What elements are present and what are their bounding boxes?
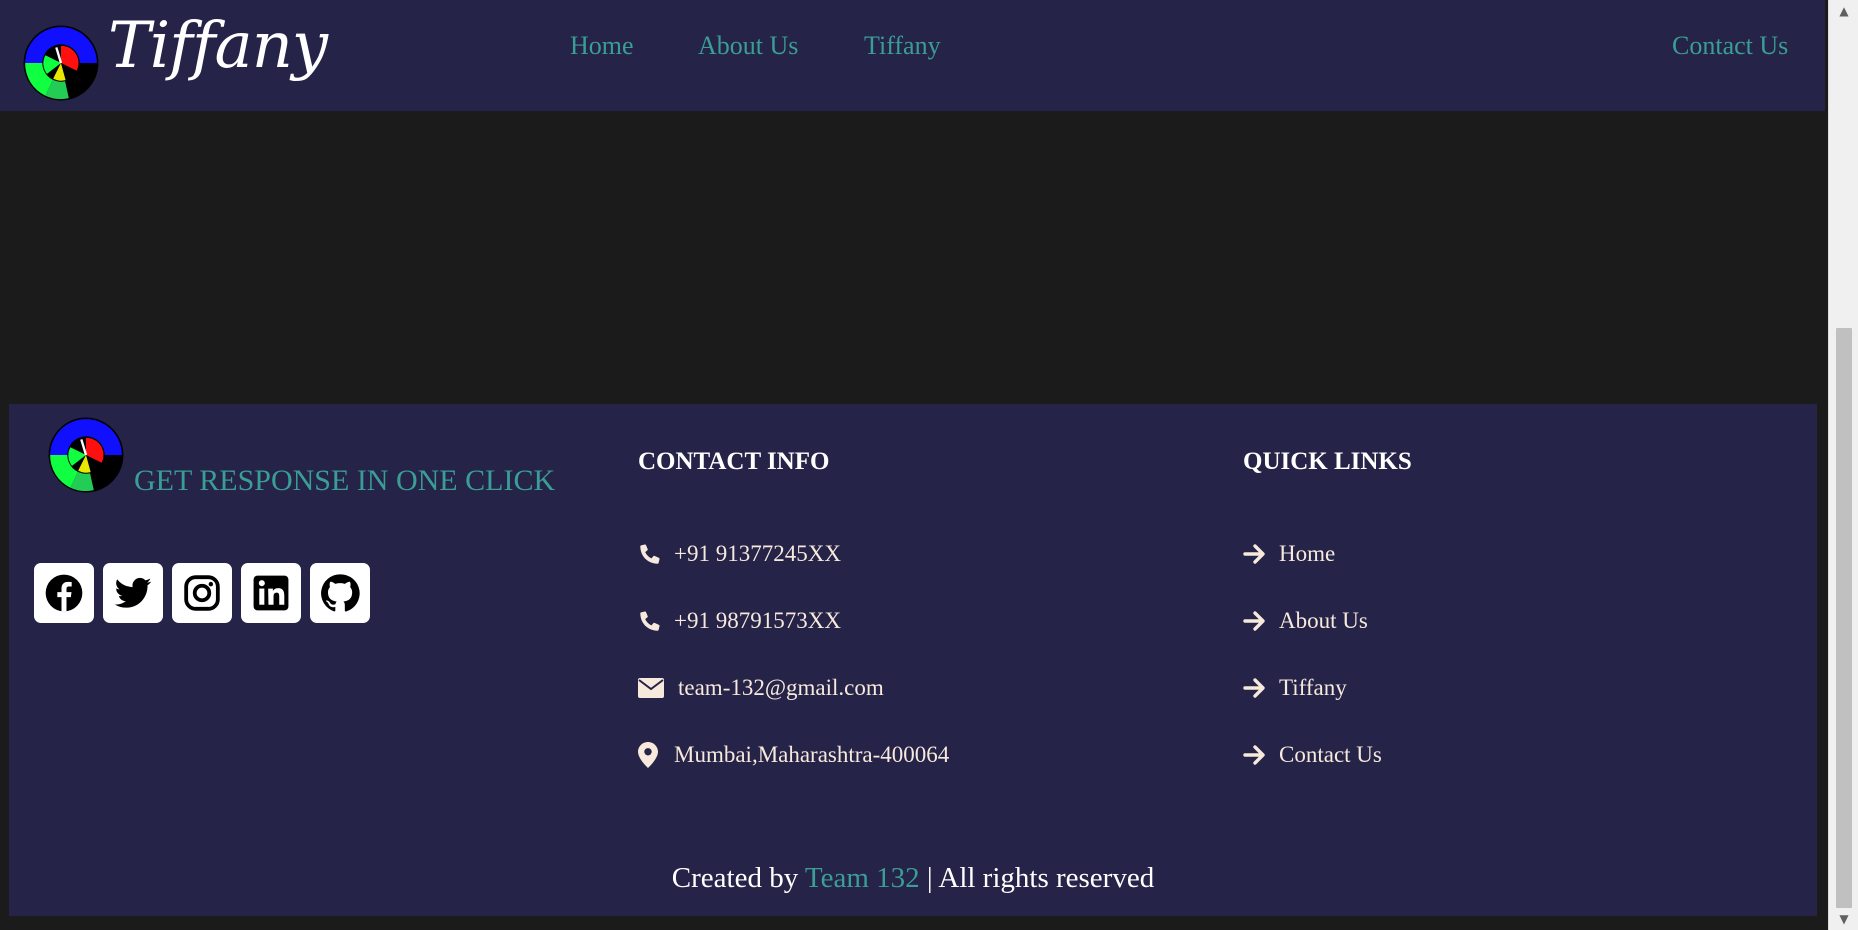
contact-phone-1-text: +91 91377245XX xyxy=(674,541,841,566)
arrow-right-icon xyxy=(1243,543,1273,565)
quick-link-about-text: About Us xyxy=(1279,608,1368,633)
credit-team-link[interactable]: Team 132 xyxy=(805,862,920,894)
credit-suffix: | All rights reserved xyxy=(919,862,1155,894)
nav-about-link[interactable]: About Us xyxy=(698,30,798,62)
contact-phone-2[interactable]: +91 98791573XX xyxy=(638,606,841,636)
quick-link-tiffany[interactable]: Tiffany xyxy=(1243,673,1347,703)
top-navbar: Tiffany Home About Us Tiffany Contact Us xyxy=(0,0,1825,111)
instagram-button[interactable] xyxy=(172,563,232,623)
quick-link-home[interactable]: Home xyxy=(1243,539,1335,569)
contact-address-text: Mumbai,Maharashtra-400064 xyxy=(674,742,950,767)
linkedin-icon xyxy=(253,575,289,611)
page-scrollbar[interactable]: ▲ ▼ xyxy=(1828,0,1858,930)
github-button[interactable] xyxy=(310,563,370,623)
instagram-icon xyxy=(184,575,220,611)
footer-credit: Created by Team 132 | All rights reserve… xyxy=(9,862,1817,895)
facebook-icon xyxy=(45,574,83,612)
arrow-right-icon xyxy=(1243,610,1273,632)
arrow-right-icon xyxy=(1243,677,1273,699)
footer-logo xyxy=(47,416,125,499)
contact-address[interactable]: Mumbai,Maharashtra-400064 xyxy=(638,740,949,770)
phone-icon xyxy=(638,609,668,633)
main-nav: Home About Us Tiffany Contact Us xyxy=(0,30,1825,66)
logo-icon xyxy=(48,417,124,493)
quick-link-contact-text: Contact Us xyxy=(1279,742,1382,767)
scrollbar-thumb[interactable] xyxy=(1836,328,1852,908)
site-footer: GET RESPONSE IN ONE CLICK CONTACT INFO +… xyxy=(9,404,1817,916)
github-icon xyxy=(321,574,360,612)
nav-contact-link[interactable]: Contact Us xyxy=(1672,30,1788,62)
linkedin-button[interactable] xyxy=(241,563,301,623)
nav-home-link[interactable]: Home xyxy=(570,30,634,62)
contact-phone-1[interactable]: +91 91377245XX xyxy=(638,539,841,569)
twitter-icon xyxy=(114,577,152,608)
scroll-down-icon[interactable]: ▼ xyxy=(1829,908,1858,930)
phone-icon xyxy=(638,542,668,566)
twitter-button[interactable] xyxy=(103,563,163,623)
facebook-button[interactable] xyxy=(34,563,94,623)
quick-link-contact[interactable]: Contact Us xyxy=(1243,740,1382,770)
contact-email-text: team-132@gmail.com xyxy=(678,675,884,700)
scroll-up-icon[interactable]: ▲ xyxy=(1829,0,1858,22)
footer-tagline: GET RESPONSE IN ONE CLICK xyxy=(134,464,556,497)
contact-email[interactable]: team-132@gmail.com xyxy=(638,673,884,703)
quick-links-heading: QUICK LINKS xyxy=(1243,448,1412,475)
credit-prefix: Created by xyxy=(671,862,805,894)
page: Tiffany Home About Us Tiffany Contact Us xyxy=(0,0,1828,930)
nav-tiffany-link[interactable]: Tiffany xyxy=(864,30,941,62)
quick-link-tiffany-text: Tiffany xyxy=(1279,675,1347,700)
envelope-icon xyxy=(638,678,672,698)
quick-link-about[interactable]: About Us xyxy=(1243,606,1368,636)
map-pin-icon xyxy=(638,742,668,768)
contact-info-heading: CONTACT INFO xyxy=(638,448,830,475)
arrow-right-icon xyxy=(1243,744,1273,766)
quick-link-home-text: Home xyxy=(1279,541,1336,566)
social-links xyxy=(34,563,370,623)
contact-phone-2-text: +91 98791573XX xyxy=(674,608,841,633)
